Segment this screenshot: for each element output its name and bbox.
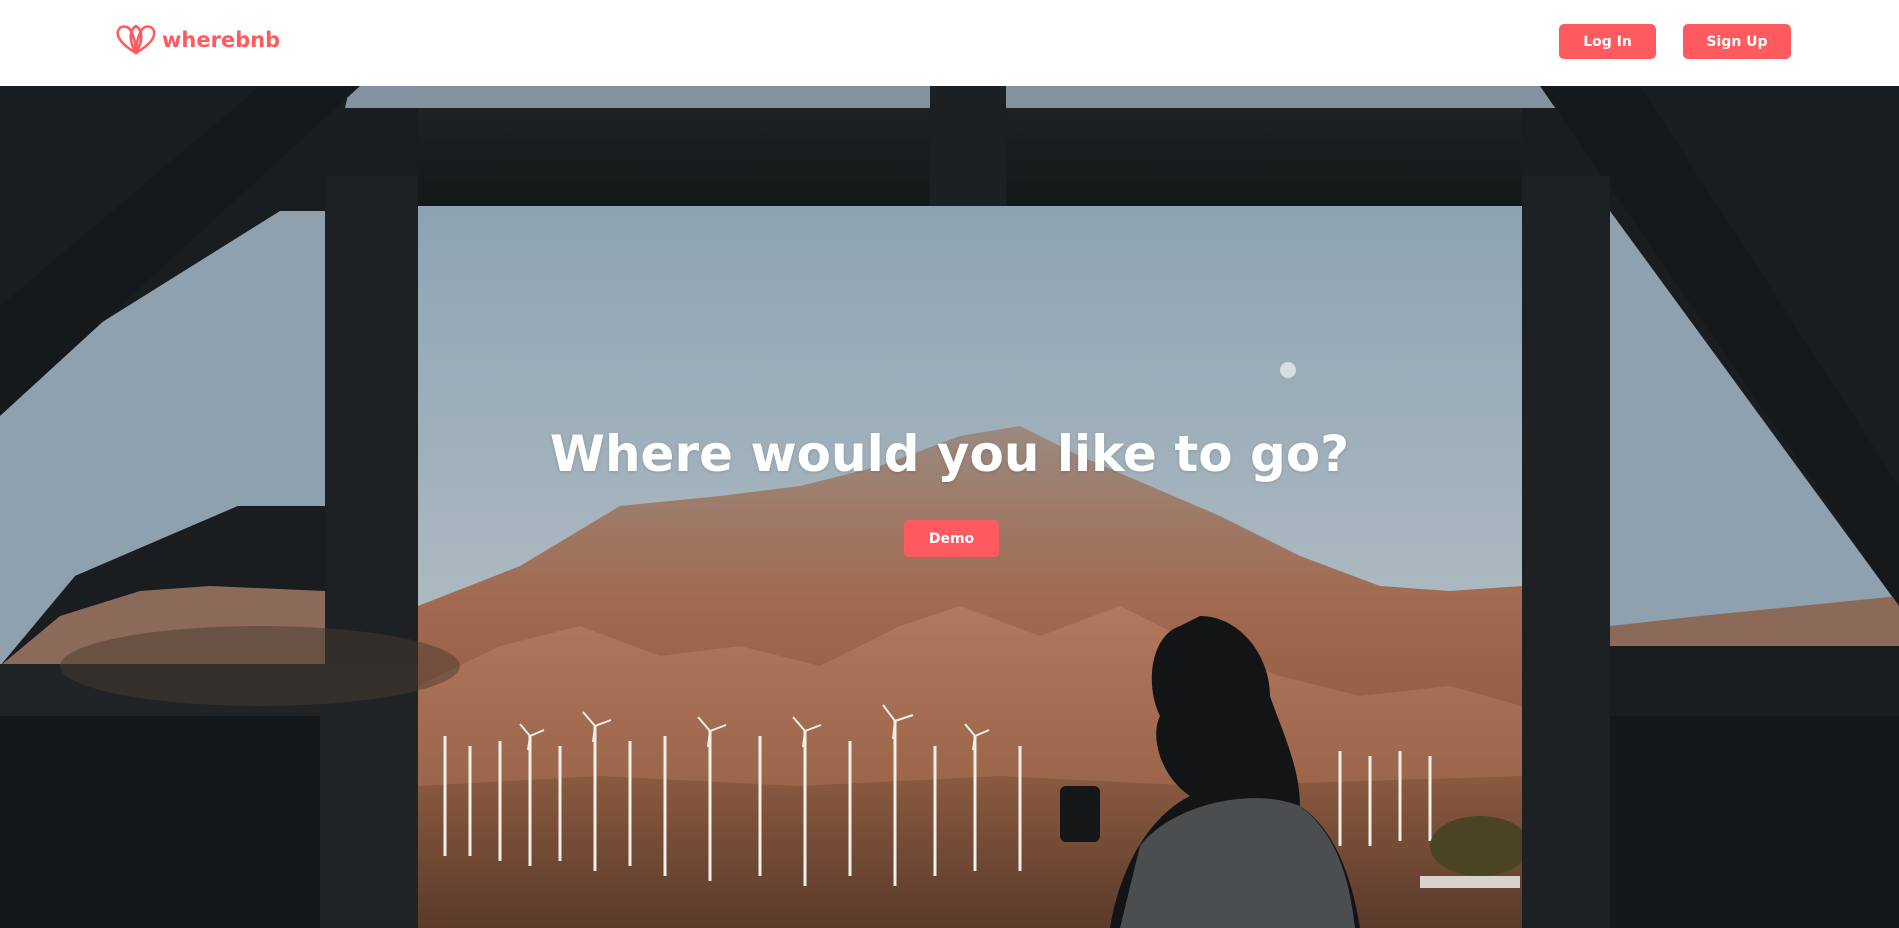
top-navbar: wherebnb Log In Sign Up xyxy=(0,0,1899,86)
demo-button[interactable]: Demo xyxy=(904,520,999,557)
logo-link[interactable]: wherebnb xyxy=(112,23,280,57)
wherebnb-logo-icon xyxy=(116,24,156,55)
hero-background-image xyxy=(0,86,1899,928)
signup-button[interactable]: Sign Up xyxy=(1683,24,1791,59)
hero-section: Where would you like to go? Demo xyxy=(0,86,1899,928)
hero-title: Where would you like to go? xyxy=(549,425,1350,483)
login-button[interactable]: Log In xyxy=(1559,24,1656,59)
logo-text: wherebnb xyxy=(162,28,281,52)
